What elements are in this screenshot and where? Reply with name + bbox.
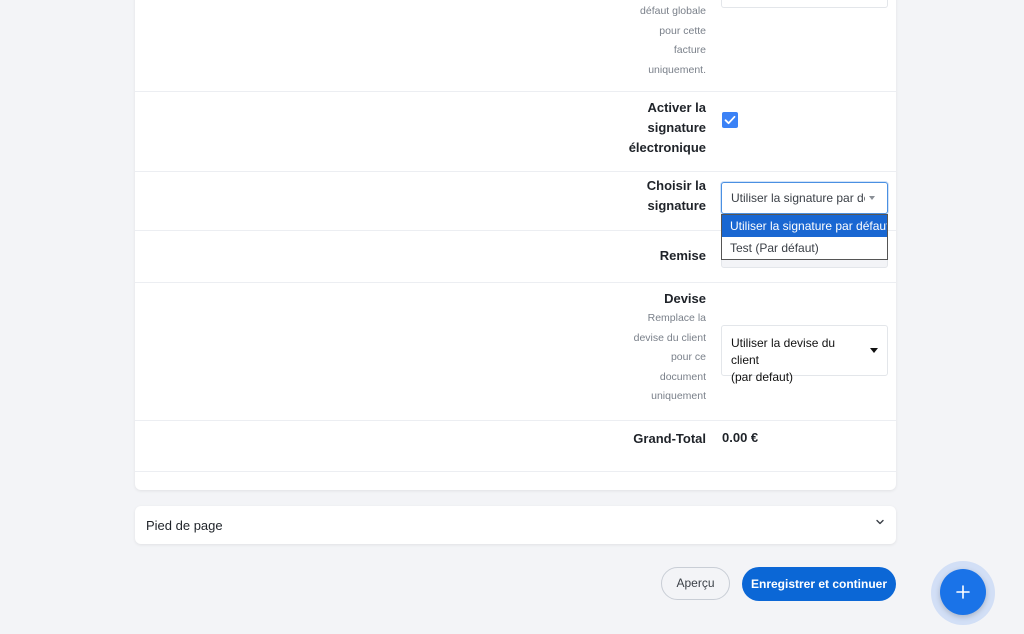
discount-help-line: uniquement. [648,63,706,76]
check-icon [724,115,736,125]
chevron-down-icon [870,348,878,353]
esign-label-line: électronique [628,140,706,155]
signature-label-line: signature [647,198,706,213]
signature-option[interactable]: Utiliser la signature par défaut [722,215,887,237]
currency-select-line: (par defaut) [731,370,794,384]
discount-help-line: facture [673,44,706,56]
grand-total-row: Grand-Total [135,421,896,472]
currency-select-value: Utiliser la devise du client (par defaut… [731,335,866,386]
esign-row: Activer la signature électronique [135,92,896,172]
devise-label-wrap: Devise Remplace la devise du client pour… [634,289,706,407]
devise-help-line: document [659,370,706,383]
signature-label-line: Choisir la [646,178,706,193]
devise-help-line: devise du client [633,331,706,344]
grand-total-label-wrap: Grand-Total [633,429,706,449]
esign-label: Activer la signature électronique [629,98,706,158]
preview-button[interactable]: Aperçu [661,567,730,600]
chevron-down-icon [876,519,884,525]
currency-select[interactable]: Utiliser la devise du client (par defaut… [721,325,888,384]
signature-label: Choisir la signature [647,176,706,216]
save-continue-button[interactable]: Enregistrer et continuer [742,567,896,601]
signature-select-value: Utiliser la signature par défaut [731,191,865,205]
signature-option[interactable]: Test (Par défaut) [722,237,887,259]
signature-select[interactable]: Utiliser la signature par défaut [721,182,888,214]
discount-help-line: pour cette [659,24,706,37]
discount-input[interactable] [721,0,888,8]
discount-row: défaut globale pour cette facture unique… [135,0,896,92]
discount-help-line: défaut globale [640,5,706,17]
devise-help-line: uniquement [651,390,706,402]
remise-label-wrap: Remise [660,246,706,266]
esign-label-line: Activer la [647,100,706,115]
plus-icon [956,585,970,599]
signature-dropdown-list: Utiliser la signature par défaut Test (P… [721,214,888,260]
grand-total-label: Grand-Total [633,431,706,446]
add-fab-button[interactable] [940,569,986,615]
esign-label-line: signature [647,120,706,135]
devise-label: Devise [664,291,706,306]
chevron-down-icon [869,196,875,200]
grand-total-value: 0.00 € [722,430,759,445]
footer-section-title: Pied de page [146,518,223,533]
discount-help: défaut globale pour cette facture unique… [640,2,706,80]
currency-select-line: Utiliser la devise du client [731,336,836,367]
remise-label: Remise [659,248,706,263]
devise-help-line: Remplace la [647,312,706,324]
footer-section-header[interactable]: Pied de page [135,506,896,544]
devise-help-line: pour ce [670,351,706,363]
esign-checkbox[interactable] [722,112,738,128]
